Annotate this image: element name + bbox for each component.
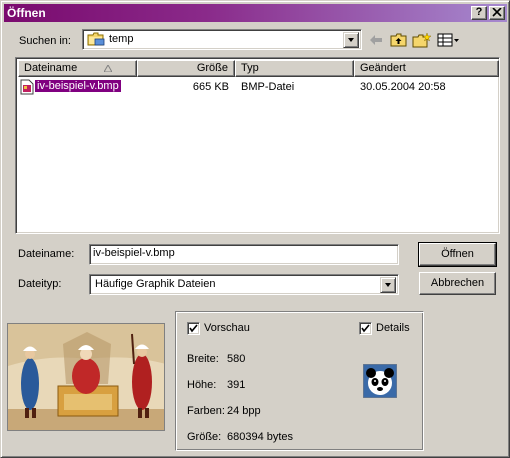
colors-label: Farben: [187, 405, 225, 417]
filetype-combo[interactable]: Häufige Graphik Dateien [89, 274, 399, 295]
size-label: Größe: [187, 431, 222, 443]
width-value: 580 [227, 353, 246, 365]
preview-checkbox-label: Vorschau [204, 322, 250, 334]
preview-checkbox[interactable] [187, 322, 200, 335]
details-checkbox-label: Details [376, 322, 410, 334]
filetype-dropdown-button[interactable] [380, 277, 396, 293]
view-menu-icon[interactable] [437, 32, 461, 48]
file-size-cell: 665 KB [192, 81, 229, 93]
checkmark-icon [189, 324, 198, 333]
cancel-button[interactable]: Abbrechen [419, 272, 496, 295]
filetype-label: Dateityp: [18, 278, 62, 290]
filetype-value: Häufige Graphik Dateien [95, 278, 216, 290]
look-in-dropdown-button[interactable] [343, 32, 359, 48]
look-in-combo[interactable]: temp [82, 29, 362, 50]
look-in-label: Suchen in: [19, 35, 71, 47]
folder-icon [87, 32, 105, 46]
height-value: 391 [227, 379, 246, 391]
file-name-cell: iv-beispiel-v.bmp [34, 79, 122, 93]
new-folder-icon[interactable] [412, 32, 432, 48]
image-preview [7, 323, 165, 431]
details-checkbox[interactable] [359, 322, 372, 335]
back-arrow-icon[interactable] [368, 32, 384, 48]
look-in-value: temp [109, 33, 134, 45]
open-button[interactable]: Öffnen [418, 242, 497, 267]
close-button[interactable] [489, 6, 505, 20]
width-label: Breite: [187, 353, 219, 365]
painting-preview-image [8, 324, 164, 430]
filename-input[interactable]: iv-beispiel-v.bmp [89, 244, 399, 265]
size-value: 680394 bytes [227, 431, 294, 443]
close-icon [492, 7, 502, 17]
colors-value: 24 bpp [227, 405, 261, 417]
help-button[interactable]: ? [471, 6, 487, 20]
column-header-type[interactable]: Typ [235, 60, 354, 77]
panda-logo-icon [363, 364, 397, 398]
column-header-name-label: Dateiname [24, 62, 78, 74]
file-modified-cell: 30.05.2004 20:58 [360, 81, 446, 93]
bmp-file-icon [20, 79, 34, 95]
column-header-name[interactable]: Dateiname [18, 60, 137, 77]
sort-ascending-icon [104, 65, 112, 72]
file-list[interactable]: Dateiname Größe Typ Geändert iv-beispiel… [15, 57, 500, 234]
checkmark-icon [361, 324, 370, 333]
height-label: Höhe: [187, 379, 217, 391]
preview-details-panel: Vorschau Details Breite: 580 Höhe: 391 F… [175, 311, 424, 451]
file-type-cell: BMP-Datei [241, 81, 295, 93]
column-header-modified[interactable]: Geändert [354, 60, 499, 77]
filename-label: Dateiname: [18, 248, 75, 260]
open-dialog: Öffnen ? Suchen in: temp Dateiname Größe… [0, 0, 510, 458]
title-bar[interactable]: Öffnen ? [4, 4, 507, 22]
column-header-size[interactable]: Größe [137, 60, 235, 77]
dialog-title: Öffnen [7, 6, 46, 20]
up-folder-icon[interactable] [390, 32, 408, 48]
